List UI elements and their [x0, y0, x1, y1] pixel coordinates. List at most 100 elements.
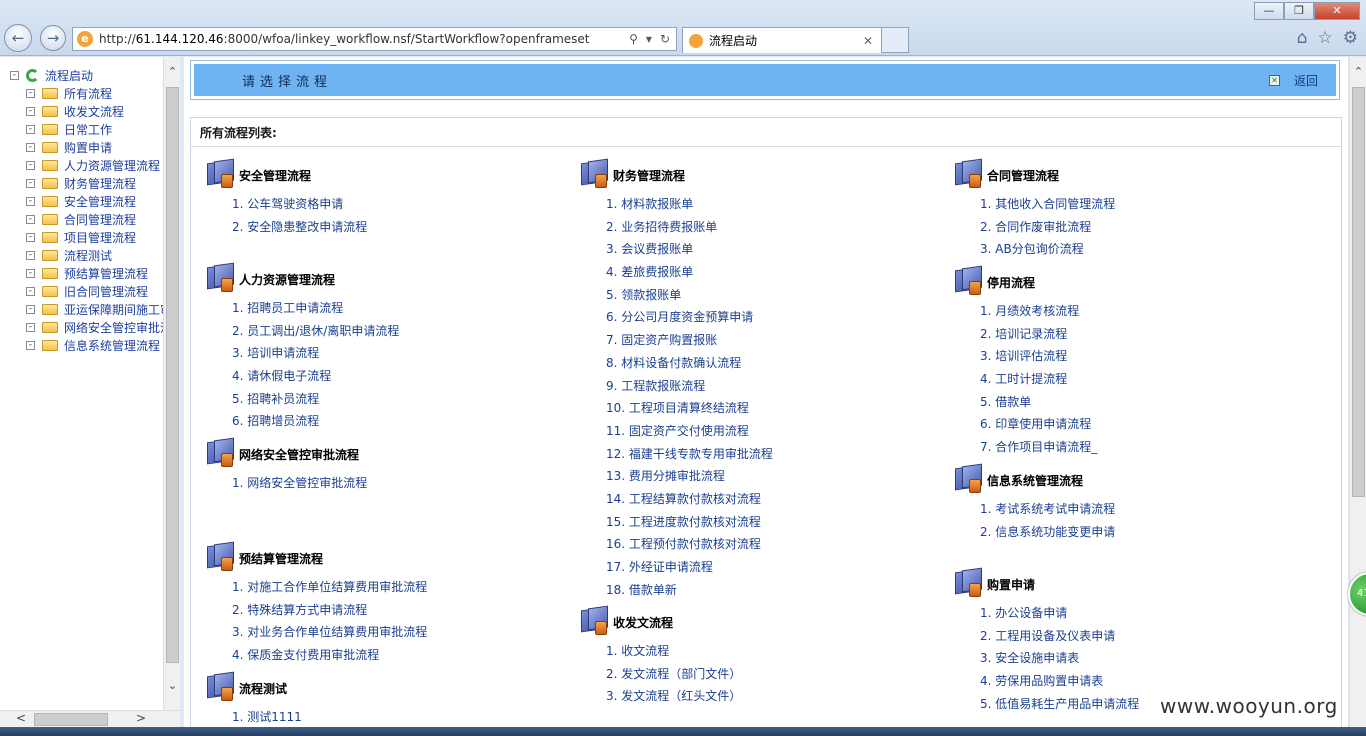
workflow-link[interactable]: 17. 外经证申请流程 [606, 556, 773, 579]
workflow-link[interactable]: 14. 工程结算款付款核对流程 [606, 488, 773, 511]
workflow-link[interactable]: 16. 工程预付款付款核对流程 [606, 533, 773, 556]
workflow-link[interactable]: 1. 招聘员工申请流程 [232, 297, 399, 320]
close-window-button[interactable]: ✕ [1314, 2, 1360, 20]
tree-item[interactable]: - 流程测试 [26, 246, 112, 264]
workflow-link[interactable]: 7. 合作项目申请流程_ [980, 436, 1097, 459]
workflow-link[interactable]: 10. 工程项目清算终结流程 [606, 397, 773, 420]
tree-item[interactable]: - 网络安全管控审批流 [26, 318, 163, 336]
collapse-icon[interactable]: - [26, 268, 35, 278]
workflow-link[interactable]: 3. 安全设施申请表 [980, 647, 1139, 670]
tree-root[interactable]: - 流程启动 [10, 66, 93, 84]
workflow-link[interactable]: 4. 劳保用品购置申请表 [980, 670, 1139, 693]
collapse-icon[interactable]: - [26, 178, 35, 188]
collapse-icon[interactable]: - [26, 124, 35, 134]
workflow-link[interactable]: 11. 固定资产交付使用流程 [606, 420, 773, 443]
minimize-button[interactable]: — [1254, 2, 1284, 20]
new-tab-button[interactable] [882, 27, 909, 53]
scroll-thumb[interactable] [166, 87, 179, 663]
tree-item[interactable]: - 安全管理流程 [26, 192, 136, 210]
tree-item[interactable]: - 财务管理流程 [26, 174, 136, 192]
restore-button[interactable]: ❐ [1284, 2, 1314, 20]
workflow-link[interactable]: 7. 固定资产购置报账 [606, 329, 773, 352]
workflow-link[interactable]: 1. 公车驾驶资格申请 [232, 193, 367, 216]
scroll-thumb[interactable] [34, 713, 108, 726]
collapse-icon[interactable]: - [26, 214, 35, 224]
tree-item[interactable]: - 预结算管理流程 [26, 264, 148, 282]
main-vertical-scrollbar[interactable]: ⌃ [1349, 57, 1366, 727]
workflow-link[interactable]: 1. 材料款报账单 [606, 193, 773, 216]
tree-horizontal-scrollbar[interactable]: < > [0, 710, 180, 727]
collapse-icon[interactable]: - [26, 322, 35, 332]
collapse-icon[interactable]: - [26, 304, 35, 314]
workflow-link[interactable]: 1. 收文流程 [606, 640, 741, 663]
workflow-link[interactable]: 1. 考试系统考试申请流程 [980, 498, 1115, 521]
workflow-link[interactable]: 1. 测试1111 [232, 706, 302, 729]
workflow-link[interactable]: 4. 差旅费报账单 [606, 261, 773, 284]
workflow-link[interactable]: 1. 网络安全管控审批流程 [232, 472, 367, 495]
scroll-up-icon[interactable]: ⌃ [1350, 65, 1366, 82]
address-bar[interactable]: e http://61.144.120.46:8000/wfoa/linkey_… [72, 27, 677, 51]
tree-vertical-scrollbar[interactable]: ⌃ ⌄ [163, 57, 180, 712]
tree-item[interactable]: - 人力资源管理流程 [26, 156, 160, 174]
back-arrow-icon[interactable]: ← [4, 24, 32, 52]
workflow-link[interactable]: 13. 费用分摊审批流程 [606, 465, 773, 488]
workflow-link[interactable]: 2. 发文流程（部门文件） [606, 663, 741, 686]
workflow-link[interactable]: 1. 其他收入合同管理流程 [980, 193, 1115, 216]
workflow-link[interactable]: 5. 借款单 [980, 391, 1097, 414]
workflow-link[interactable]: 2. 工程用设备及仪表申请 [980, 625, 1139, 648]
workflow-link[interactable]: 2. 培训记录流程 [980, 323, 1097, 346]
workflow-link[interactable]: 3. AB分包询价流程 [980, 238, 1115, 261]
workflow-link[interactable]: 8. 材料设备付款确认流程 [606, 352, 773, 375]
workflow-link[interactable]: 4. 保质金支付费用审批流程 [232, 644, 427, 667]
workflow-link[interactable]: 1. 办公设备申请 [980, 602, 1139, 625]
workflow-link[interactable]: 2. 信息系统功能变更申请 [980, 521, 1115, 544]
tree-item[interactable]: - 亚运保障期间施工审 [26, 300, 163, 318]
collapse-icon[interactable]: - [26, 232, 35, 242]
refresh-icon[interactable]: ↻ [660, 32, 670, 46]
tree-item[interactable]: - 购置申请 [26, 138, 112, 156]
dropdown-icon[interactable]: ▾ [646, 32, 652, 46]
back-link[interactable]: ✕ 返回 [1268, 72, 1318, 89]
workflow-link[interactable]: 5. 领款报账单 [606, 284, 773, 307]
workflow-link[interactable]: 12. 福建干线专款专用审批流程 [606, 443, 773, 466]
scroll-thumb[interactable] [1352, 87, 1365, 497]
tree-item[interactable]: - 信息系统管理流程 [26, 336, 160, 354]
workflow-link[interactable]: 2. 特殊结算方式申请流程 [232, 599, 427, 622]
workflow-link[interactable]: 6. 分公司月度资金预算申请 [606, 306, 773, 329]
home-icon[interactable]: ⌂ [1297, 28, 1308, 48]
scroll-down-icon[interactable]: ⌄ [164, 679, 181, 696]
workflow-link[interactable]: 15. 工程进度款付款核对流程 [606, 511, 773, 534]
workflow-link[interactable]: 4. 请休假电子流程 [232, 365, 399, 388]
workflow-link[interactable]: 2. 业务招待费报账单 [606, 216, 773, 239]
collapse-icon[interactable]: - [26, 340, 35, 350]
scroll-right-icon[interactable]: > [136, 711, 146, 725]
workflow-link[interactable]: 2. 合同作废审批流程 [980, 216, 1115, 239]
tab-close-icon[interactable]: ✕ [863, 34, 873, 48]
tree-item[interactable]: - 项目管理流程 [26, 228, 136, 246]
workflow-link[interactable]: 9. 工程款报账流程 [606, 375, 773, 398]
collapse-icon[interactable]: - [26, 160, 35, 170]
workflow-link[interactable]: 6. 招聘增员流程 [232, 410, 399, 433]
tree-item[interactable]: - 日常工作 [26, 120, 112, 138]
workflow-link[interactable]: 4. 工时计提流程 [980, 368, 1097, 391]
collapse-icon[interactable]: - [26, 196, 35, 206]
forward-arrow-icon[interactable]: → [40, 25, 66, 51]
collapse-icon[interactable]: - [10, 70, 19, 80]
workflow-link[interactable]: 3. 培训申请流程 [232, 342, 399, 365]
workflow-link[interactable]: 3. 会议费报账单 [606, 238, 773, 261]
workflow-link[interactable]: 5. 低值易耗生产用品申请流程 [980, 693, 1139, 716]
favorites-star-icon[interactable]: ☆ [1318, 28, 1333, 48]
workflow-link[interactable]: 3. 发文流程（红头文件） [606, 685, 741, 708]
workflow-link[interactable]: 18. 借款单新 [606, 579, 773, 602]
collapse-icon[interactable]: - [26, 142, 35, 152]
collapse-icon[interactable]: - [26, 106, 35, 116]
scroll-left-icon[interactable]: < [16, 711, 26, 725]
browser-tab[interactable]: 流程启动 ✕ [682, 27, 882, 53]
collapse-icon[interactable]: - [26, 88, 35, 98]
tree-item[interactable]: - 合同管理流程 [26, 210, 136, 228]
workflow-link[interactable]: 6. 印章使用申请流程 [980, 413, 1097, 436]
scroll-up-icon[interactable]: ⌃ [164, 65, 181, 82]
collapse-icon[interactable]: - [26, 286, 35, 296]
tree-item[interactable]: - 所有流程 [26, 84, 112, 102]
workflow-link[interactable]: 5. 招聘补员流程 [232, 388, 399, 411]
